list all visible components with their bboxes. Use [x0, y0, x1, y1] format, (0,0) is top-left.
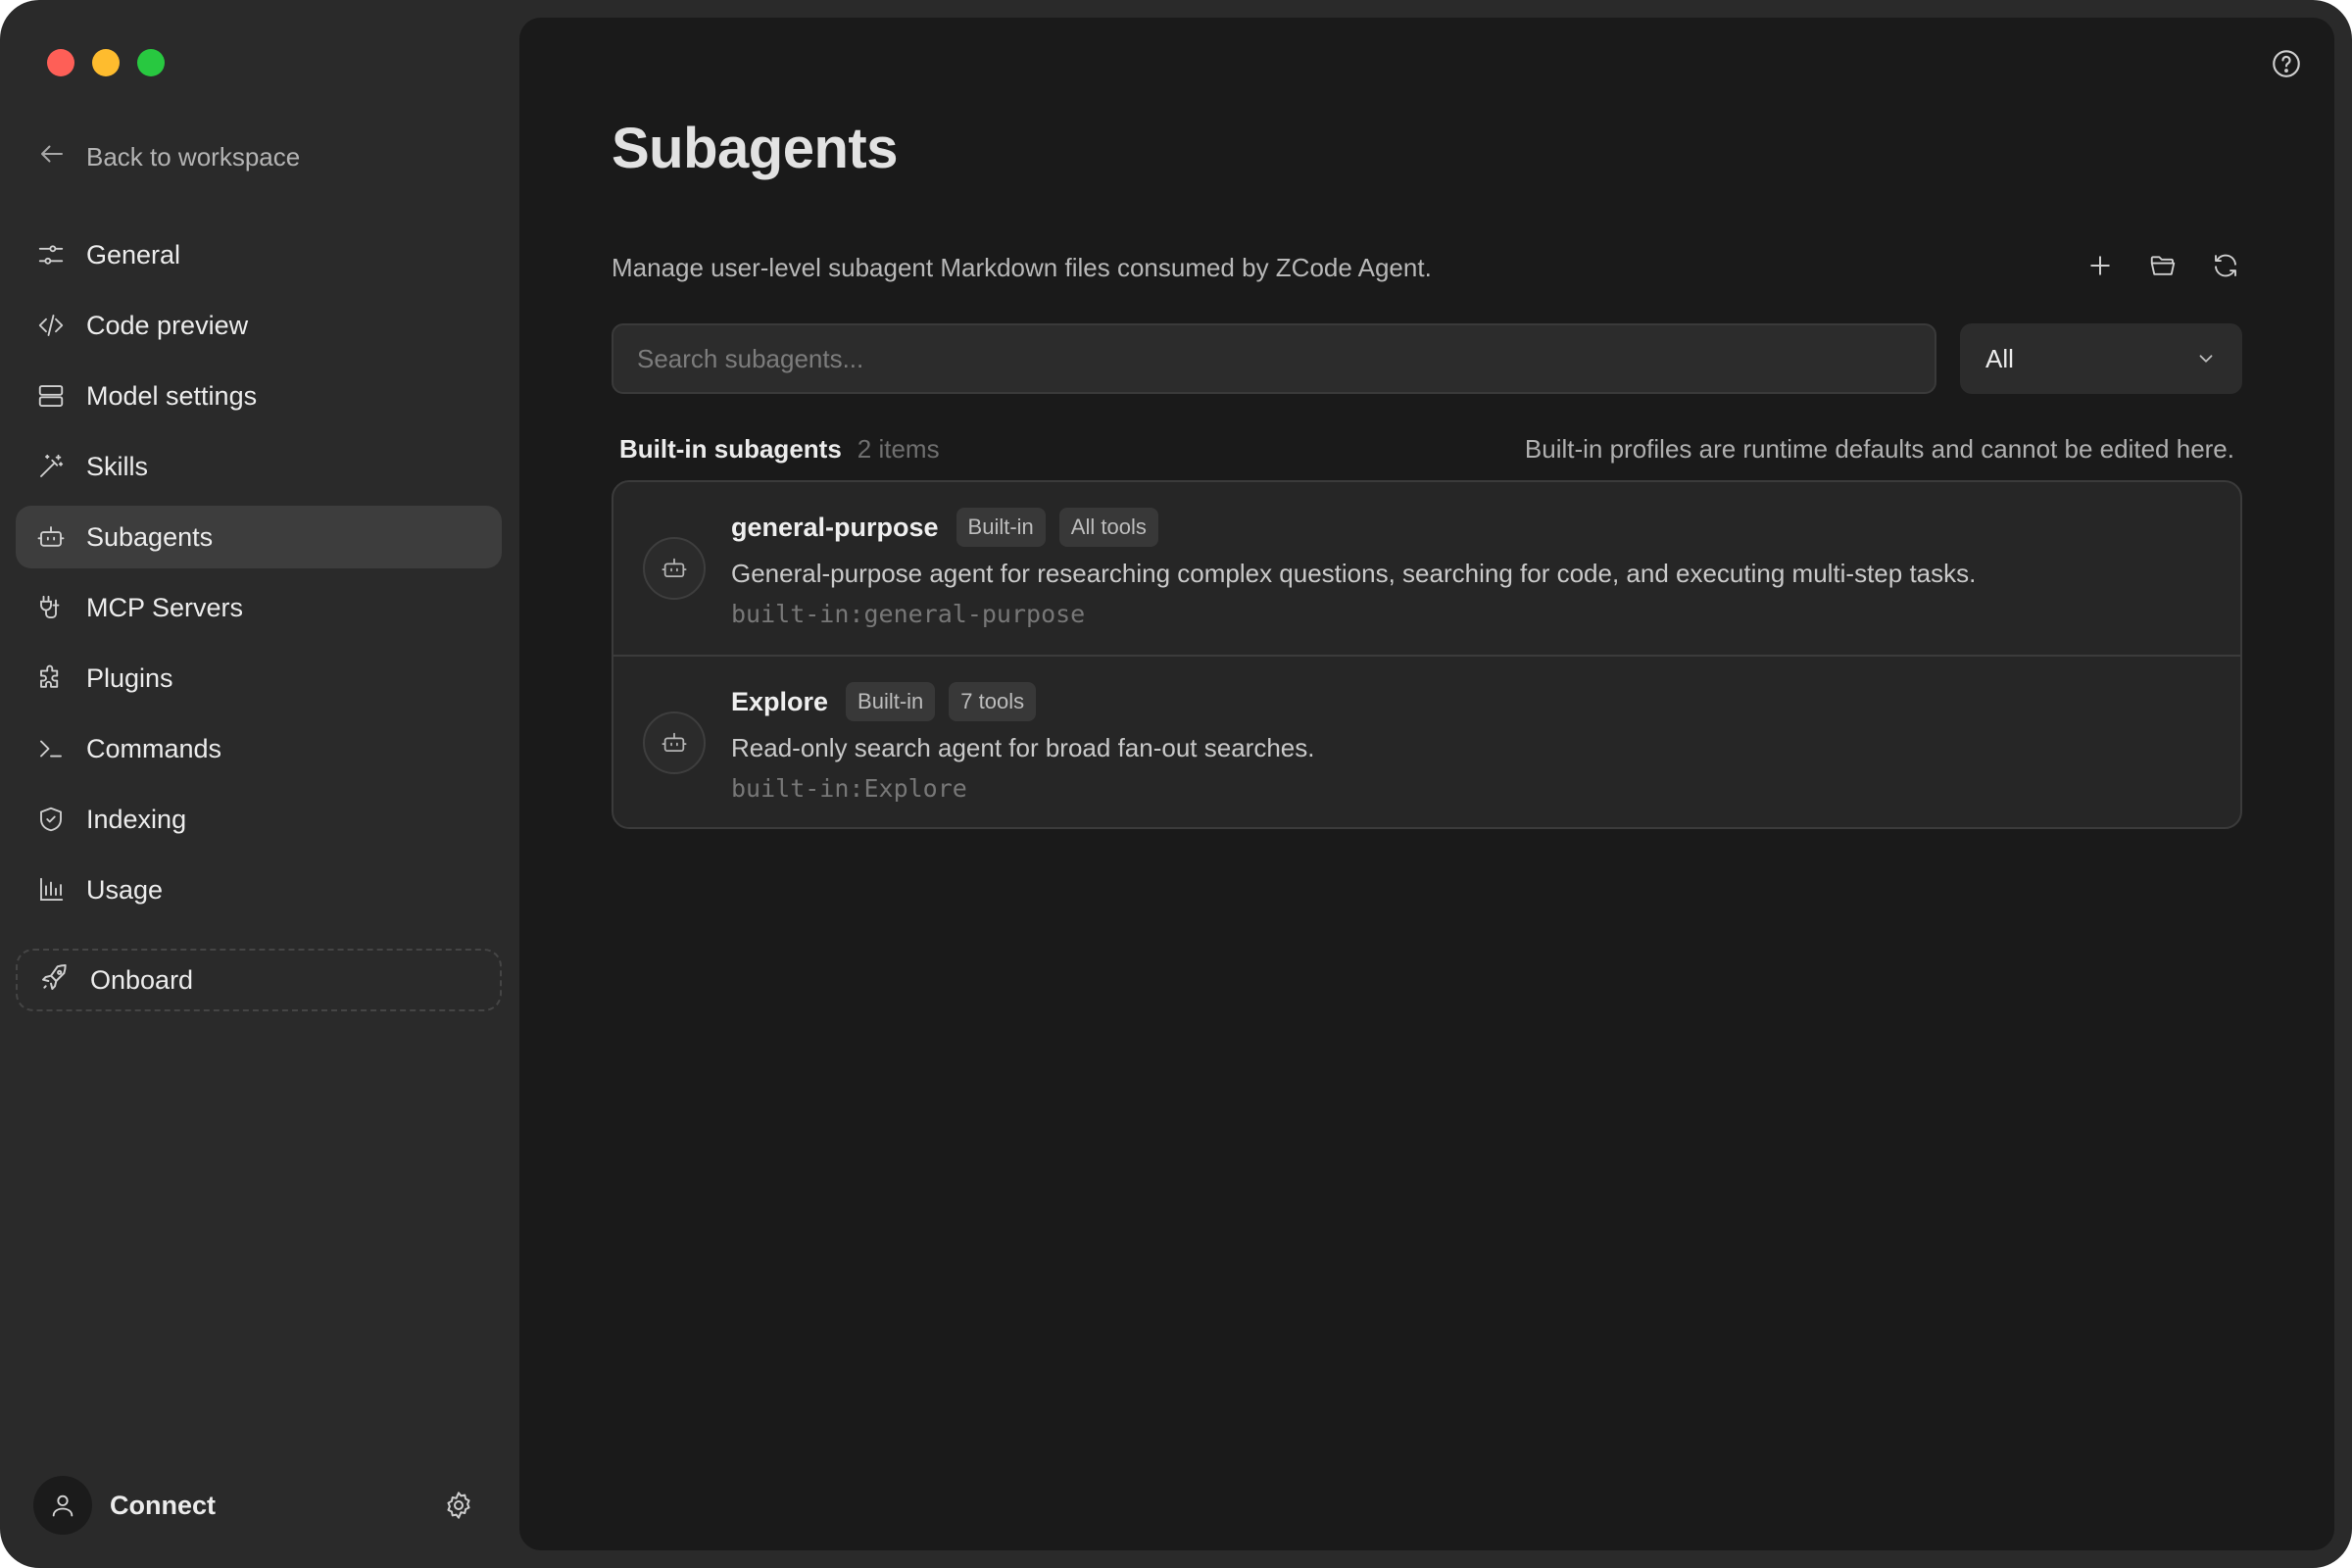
agent-name: general-purpose [731, 512, 939, 542]
agent-description: Read-only search agent for broad fan-out… [731, 733, 1315, 762]
bot-icon [643, 711, 706, 774]
section-note: Built-in profiles are runtime defaults a… [1524, 433, 2234, 464]
sidebar-item-skills[interactable]: Skills [16, 435, 502, 498]
section-count: 2 items [857, 433, 940, 464]
main-panel: Subagents Manage user-level subagent Mar… [519, 18, 2334, 1550]
arrow-left-icon [37, 139, 67, 175]
plug-icon [35, 592, 67, 623]
sidebar-item-label: Skills [86, 451, 149, 481]
account-bar: Connect [33, 1474, 474, 1537]
tools-badge: All tools [1058, 508, 1158, 547]
help-icon[interactable] [2270, 47, 2303, 80]
sidebar-item-label: Plugins [86, 662, 173, 693]
sidebar-item-label: Code preview [86, 310, 249, 340]
section-title: Built-in subagents [619, 433, 842, 464]
sidebar-item-usage[interactable]: Usage [16, 858, 502, 921]
refresh-button[interactable] [2209, 249, 2242, 282]
connect-label[interactable]: Connect [110, 1491, 216, 1521]
agent-name: Explore [731, 686, 829, 716]
section-header: Built-in subagents 2 items Built-in prof… [619, 429, 2234, 468]
user-icon [52, 1494, 74, 1517]
refresh-icon [2215, 254, 2236, 277]
agent-id: built-in:Explore [731, 774, 967, 803]
sidebar-item-label: Usage [86, 874, 164, 905]
shield-icon [35, 804, 67, 835]
item-header: general-purpose Built-in All tools [731, 508, 1158, 547]
sliders-icon [35, 239, 67, 270]
bot-icon [643, 537, 706, 600]
list-item[interactable]: Explore Built-in 7 tools Read-only searc… [613, 655, 2240, 827]
avatar[interactable] [33, 1476, 92, 1535]
sidebar: Back to workspace General Code preview M… [0, 0, 519, 1568]
sidebar-item-code-preview[interactable]: Code preview [16, 294, 502, 357]
agent-description: General-purpose agent for researching co… [731, 559, 1977, 588]
bot-icon [35, 521, 67, 553]
back-label: Back to workspace [86, 141, 301, 172]
wand-icon [35, 451, 67, 482]
sidebar-item-general[interactable]: General [16, 223, 502, 286]
folder-icon [2150, 256, 2176, 275]
open-folder-button[interactable] [2146, 249, 2180, 282]
gear-icon[interactable] [443, 1490, 474, 1521]
onboard-button[interactable]: Onboard [16, 949, 502, 1011]
status-badge: Built-in [956, 508, 1046, 547]
filter-select[interactable]: All [1960, 323, 2242, 394]
sidebar-item-label: Commands [86, 733, 222, 763]
sidebar-item-indexing[interactable]: Indexing [16, 788, 502, 851]
agent-id: built-in:general-purpose [731, 600, 1086, 628]
list-item[interactable]: general-purpose Built-in All tools Gener… [613, 482, 2240, 655]
tools-badge: 7 tools [949, 682, 1037, 721]
sidebar-item-label: General [86, 239, 181, 270]
status-badge: Built-in [846, 682, 936, 721]
sidebar-item-subagents[interactable]: Subagents [16, 506, 502, 568]
sidebar-item-label: Subagents [86, 521, 214, 552]
sidebar-item-plugins[interactable]: Plugins [16, 647, 502, 710]
sidebar-item-label: MCP Servers [86, 592, 244, 622]
sidebar-item-model-settings[interactable]: Model settings [16, 365, 502, 427]
terminal-icon [35, 733, 67, 764]
sidebar-item-label: Indexing [86, 804, 187, 834]
app-window: Back to workspace General Code preview M… [0, 0, 2352, 1568]
bar-chart-icon [35, 874, 67, 906]
code-icon [35, 310, 67, 341]
onboard-label: Onboard [90, 964, 194, 995]
search-input[interactable] [612, 323, 1936, 394]
back-to-workspace-link[interactable]: Back to workspace [37, 137, 300, 176]
item-header: Explore Built-in 7 tools [731, 682, 1037, 721]
filter-value: All [1985, 343, 2014, 373]
puzzle-icon [35, 662, 67, 694]
rocket-icon [39, 961, 71, 1000]
plus-icon [2090, 256, 2110, 275]
sidebar-item-mcp-servers[interactable]: MCP Servers [16, 576, 502, 639]
page-description: Manage user-level subagent Markdown file… [612, 253, 1432, 282]
sidebar-item-label: Model settings [86, 380, 258, 411]
page-title: Subagents [612, 117, 899, 180]
server-icon [35, 380, 67, 412]
chevron-down-icon [2199, 355, 2213, 363]
sidebar-item-commands[interactable]: Commands [16, 717, 502, 780]
subagent-list: general-purpose Built-in All tools Gener… [612, 480, 2242, 829]
settings-nav: General Code preview Model settings Skil… [16, 223, 502, 929]
toolbar [2083, 249, 2242, 282]
add-subagent-button[interactable] [2083, 249, 2117, 282]
